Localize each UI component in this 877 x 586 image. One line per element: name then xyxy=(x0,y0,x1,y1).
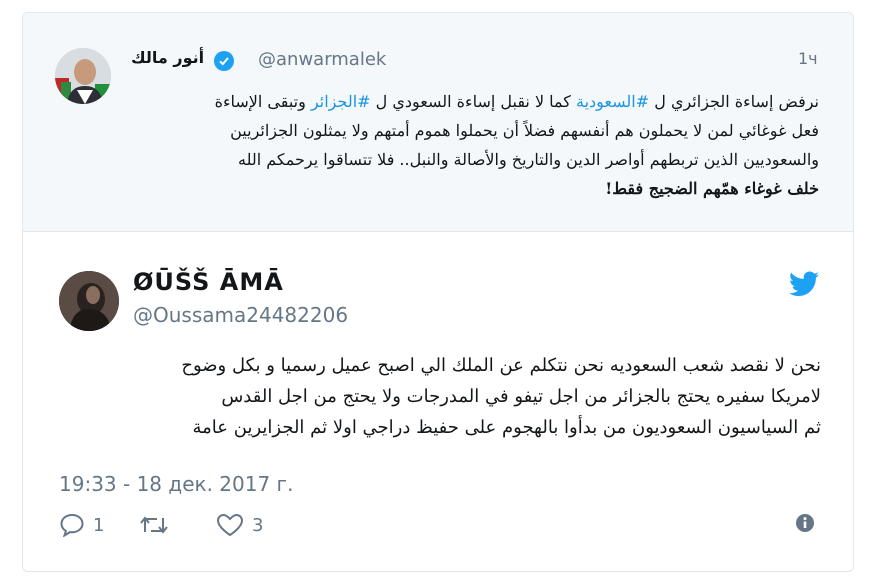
quoted-display-name[interactable]: أنور مالك xyxy=(131,48,204,67)
reply-button[interactable]: 1 xyxy=(59,513,104,537)
quoted-line-2: فعل غوغائي لمن لا يحملون هم أنفسهم فضلاً… xyxy=(230,121,819,140)
quoted-tweet-text: نرفض إساءة الجزائري ل #السعودية كما لا ن… xyxy=(91,87,819,203)
reply-count: 1 xyxy=(93,514,105,536)
quoted-text-segment: كما لا نقبل إساءة السعودي ل xyxy=(370,92,576,111)
twitter-bird-icon[interactable] xyxy=(789,271,819,297)
quoted-text-segment: نرفض إساءة الجزائري ل xyxy=(649,92,819,111)
quoted-handle[interactable]: @anwarmalek xyxy=(258,49,386,70)
tweet-actions: 1 3 xyxy=(23,513,853,553)
quoted-line-1: نرفض إساءة الجزائري ل #السعودية كما لا ن… xyxy=(91,87,819,116)
tweet-card: أنور مالك @anwarmalek 1ч نرفض إساءة الجز… xyxy=(22,12,854,572)
author-display-name[interactable]: ØŪŠŠ ĀMĀ xyxy=(133,268,284,296)
quoted-text-segment: وتبقى الإساءة xyxy=(214,92,311,111)
tweet-line-3: ثم السياسيون السعوديون من بدأوا بالهجوم … xyxy=(192,417,822,438)
quoted-tweet[interactable]: أنور مالك @anwarmalek 1ч نرفض إساءة الجز… xyxy=(23,13,853,232)
author-avatar[interactable] xyxy=(59,271,119,331)
tweet-timestamp[interactable]: 19:33 - 18 дек. 2017 г. xyxy=(59,472,293,496)
verified-badge-icon xyxy=(214,51,234,71)
reply-icon xyxy=(60,513,84,537)
like-button[interactable]: 3 xyxy=(216,513,263,537)
info-icon xyxy=(796,514,814,532)
author-handle[interactable]: @Oussama24482206 xyxy=(133,303,348,327)
hashtag-link[interactable]: #الجزائر xyxy=(311,92,371,111)
retweet-button[interactable] xyxy=(138,513,178,537)
heart-icon xyxy=(216,513,244,537)
tweet-line-1: نحن لا نقصد شعب السعوديه نحن نتكلم عن ال… xyxy=(181,355,821,376)
more-info-button[interactable] xyxy=(795,513,815,533)
tweet-line-2: لامريكا سفيره يحتج بالجزائر من اجل تيفو … xyxy=(221,386,821,407)
retweet-icon xyxy=(140,516,168,534)
like-count: 3 xyxy=(252,514,264,536)
hashtag-link[interactable]: #السعودية xyxy=(576,92,649,111)
tweet-text: نحن لا نقصد شعب السعوديه نحن نتكلم عن ال… xyxy=(81,350,821,443)
quoted-line-3: والسعوديين الذين تربطهم أواصر الدين والت… xyxy=(238,150,819,169)
quoted-line-4: خلف غوغاء همّهم الضجيج فقط! xyxy=(605,179,819,198)
quoted-timestamp[interactable]: 1ч xyxy=(798,49,818,68)
